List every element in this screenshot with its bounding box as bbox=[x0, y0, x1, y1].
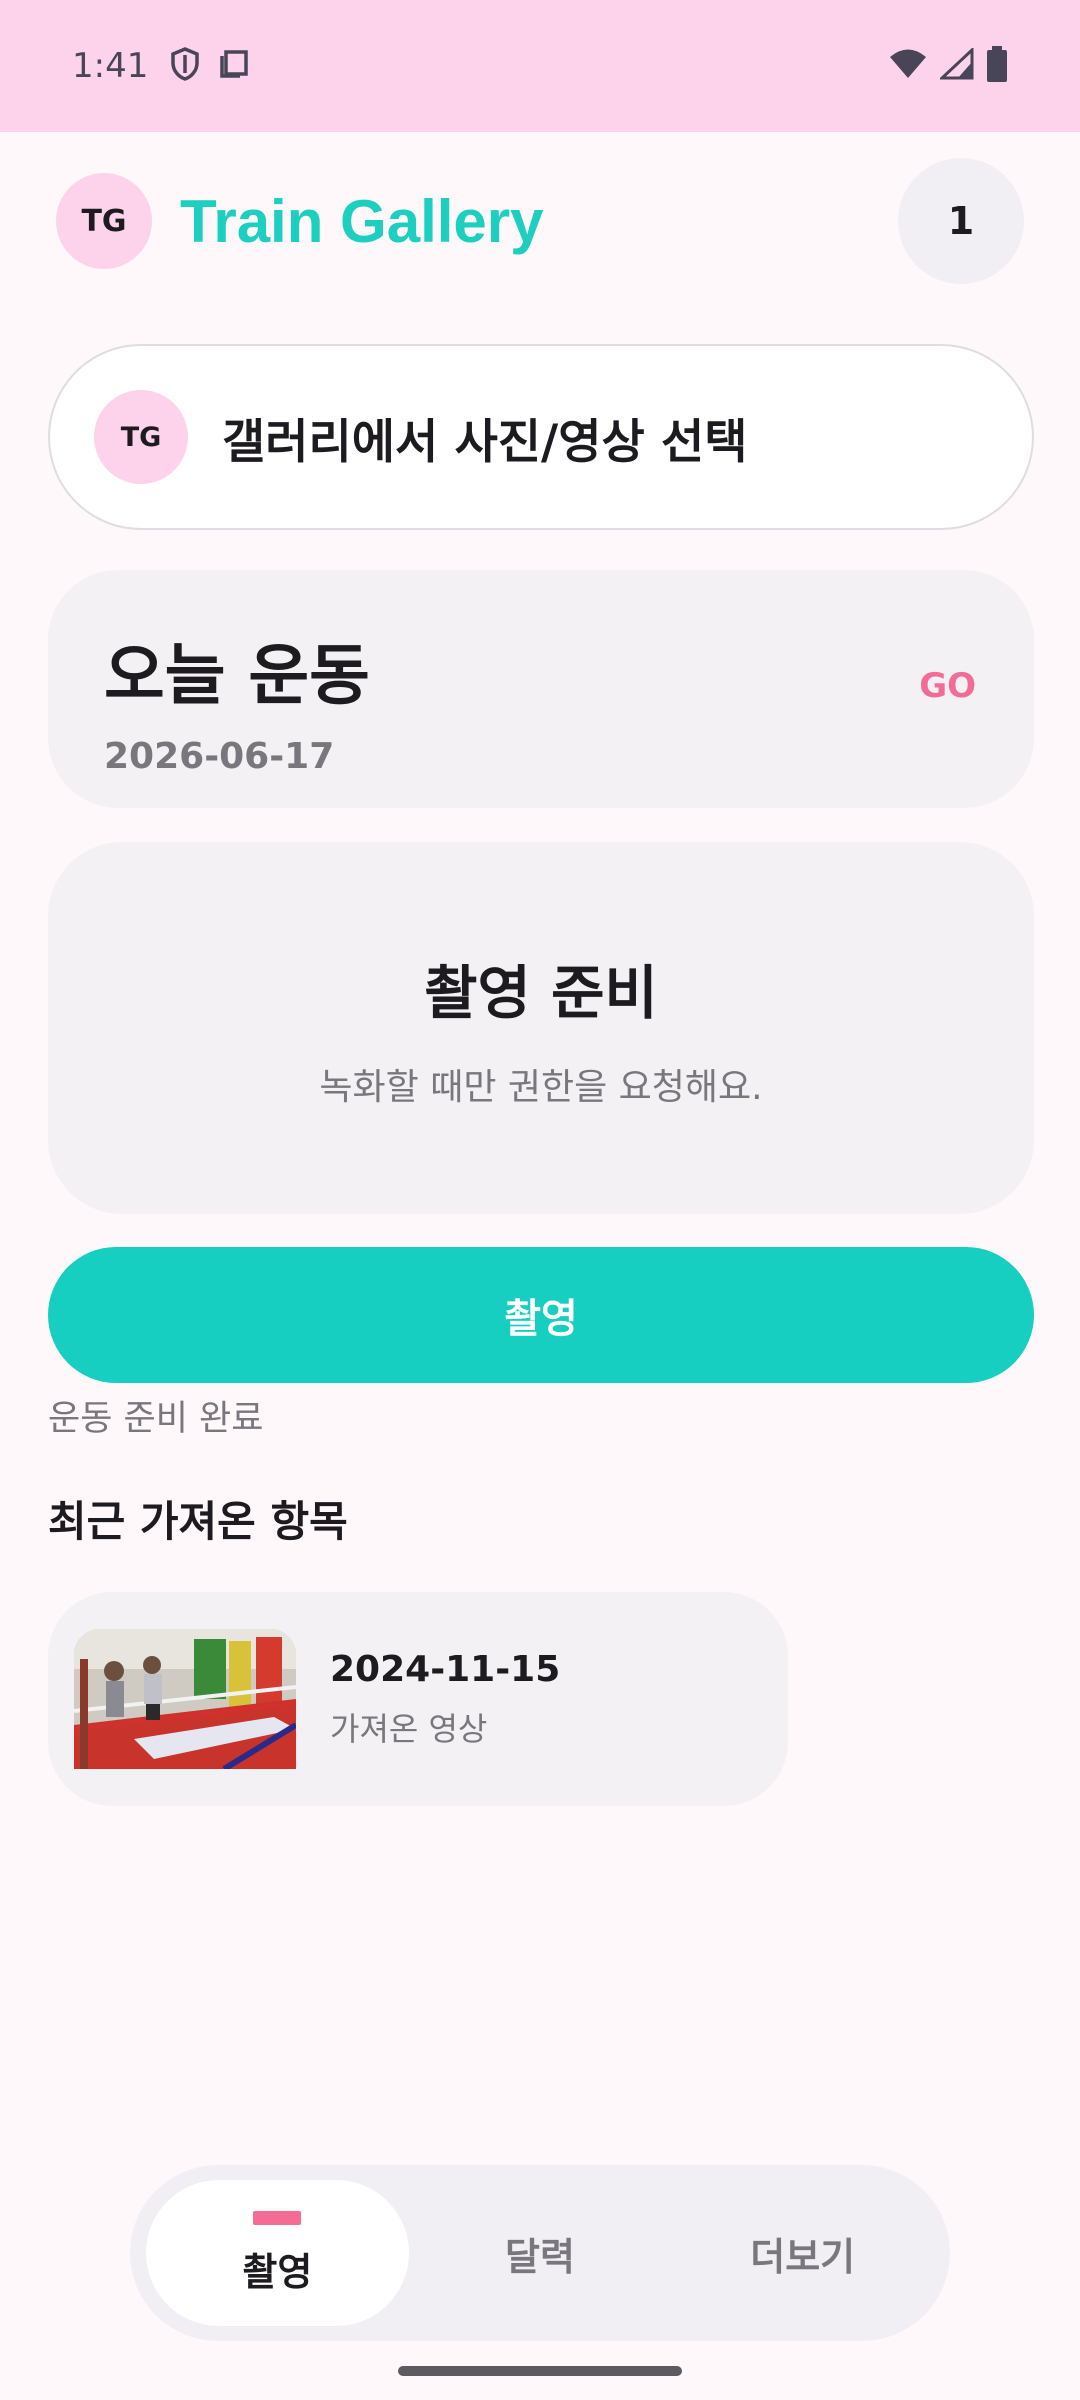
status-bar: 1:41 bbox=[0, 0, 1080, 132]
nav-item-label: 촬영 bbox=[242, 2249, 313, 2294]
camera-ready-title: 촬영 준비 bbox=[424, 959, 658, 1027]
app-logo: TG bbox=[56, 173, 152, 269]
signal-icon bbox=[938, 46, 974, 84]
count-badge[interactable]: 1 bbox=[898, 158, 1024, 284]
shoot-button[interactable]: 촬영 bbox=[48, 1247, 1034, 1383]
video-thumbnail bbox=[74, 1629, 296, 1769]
go-link[interactable]: GO bbox=[919, 666, 976, 706]
ready-status-text: 운동 준비 완료 bbox=[48, 1399, 264, 1439]
recent-item-text: 2024-11-15 가져온 영상 bbox=[330, 1649, 560, 1750]
status-time: 1:41 bbox=[72, 46, 149, 86]
today-workout-title: 오늘 운동 bbox=[104, 637, 370, 714]
status-icons-right bbox=[888, 46, 1008, 86]
nav-item-calendar[interactable]: 달력 bbox=[409, 2180, 672, 2326]
battery-icon bbox=[986, 46, 1008, 86]
nav-item-more[interactable]: 더보기 bbox=[671, 2180, 934, 2326]
today-workout-card[interactable]: 오늘 운동 2026-06-17 GO bbox=[48, 570, 1034, 808]
camera-ready-card: 촬영 준비 녹화할 때만 권한을 요청해요. bbox=[48, 842, 1034, 1214]
app-title: Train Gallery bbox=[180, 187, 544, 255]
screenshot-icon bbox=[218, 48, 250, 84]
gallery-logo: TG bbox=[94, 390, 188, 484]
recent-item-date: 2024-11-15 bbox=[330, 1648, 561, 1690]
today-workout-date: 2026-06-17 bbox=[104, 736, 335, 777]
nav-item-shoot[interactable]: 촬영 bbox=[146, 2180, 409, 2326]
bottom-nav: 촬영 달력 더보기 bbox=[130, 2165, 950, 2341]
camera-ready-subtitle: 녹화할 때만 권한을 요청해요. bbox=[319, 1067, 763, 1108]
recent-item-type: 가져온 영상 bbox=[330, 1709, 488, 1748]
nav-active-indicator bbox=[253, 2210, 302, 2225]
gallery-select-button[interactable]: TG 갤러리에서 사진/영상 선택 bbox=[48, 344, 1034, 530]
recent-heading: 최근 가져온 항목 bbox=[48, 1497, 348, 1546]
nav-item-label: 달력 bbox=[505, 2234, 575, 2279]
home-indicator[interactable] bbox=[398, 2366, 682, 2376]
app-header: TG Train Gallery 1 bbox=[56, 158, 1024, 284]
recent-item[interactable]: 2024-11-15 가져온 영상 bbox=[48, 1592, 788, 1806]
wifi-icon bbox=[888, 48, 928, 84]
nav-item-label: 더보기 bbox=[750, 2234, 856, 2279]
shield-icon bbox=[170, 47, 200, 85]
status-icons-left bbox=[170, 47, 250, 85]
gallery-select-label: 갤러리에서 사진/영상 선택 bbox=[222, 414, 748, 470]
